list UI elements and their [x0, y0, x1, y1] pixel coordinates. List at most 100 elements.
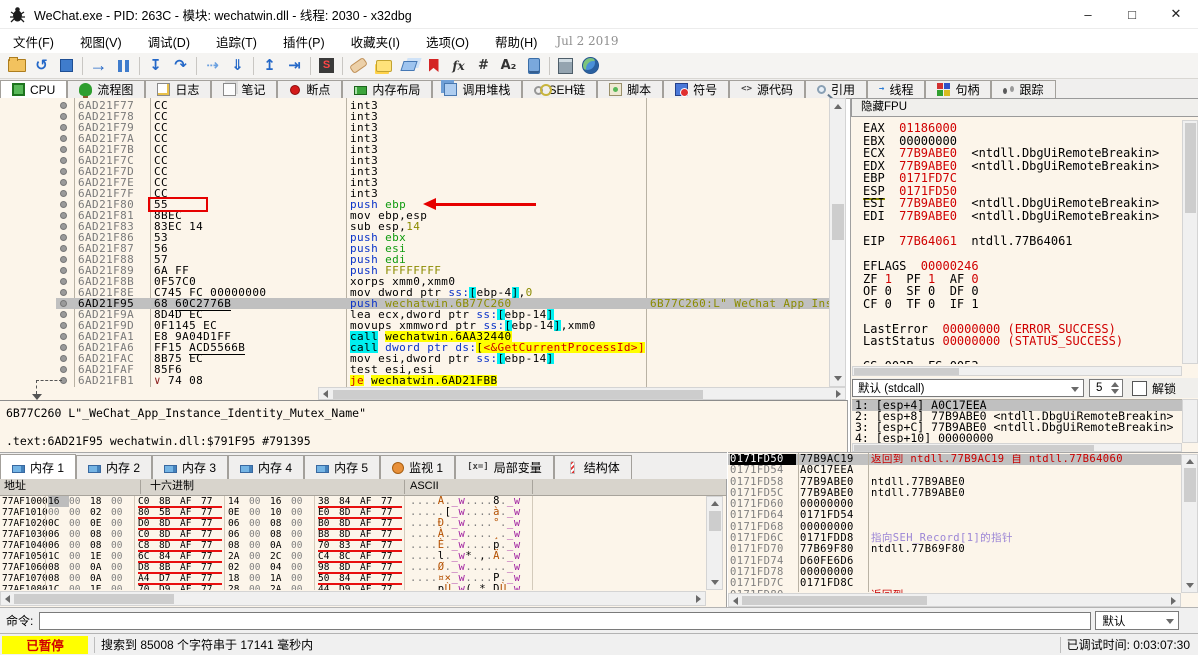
- memory-row[interactable]: 77AF1050 1C 00 1E 00 6C 84 AF 77 2A 00 2C 00 C4 8C AF 77…: [0, 551, 706, 563]
- comment-icon[interactable]: [371, 55, 396, 77]
- memory-row[interactable]: 77AF1070 08 00 0A 00 A4 D7 AF 77 18 00 1A 00 50 84 AF 77…: [0, 573, 706, 585]
- disassembly-pane[interactable]: 6AD21F77 CC int3 6AD21F78 CC int3 6AD21F79 CC in…: [0, 98, 846, 400]
- stack-row[interactable]: 0171FD64 0171FD54: [728, 510, 1181, 522]
- patch-icon[interactable]: [346, 55, 371, 77]
- breakpoint-dot[interactable]: [60, 190, 67, 197]
- registers-hscroll-thumb[interactable]: [854, 368, 959, 375]
- stack-pane[interactable]: 0171FD50 77B9AC19 返回到 ntdll.77B9AC19 自 ntd…: [728, 452, 1198, 607]
- breakpoint-dot[interactable]: [60, 223, 67, 230]
- stack-row[interactable]: 0171FD78 00000000: [728, 566, 1181, 578]
- registers-vscroll-thumb[interactable]: [1185, 123, 1196, 213]
- stack-row[interactable]: 0171FD70 77B69F80 ntdll.77B69F80: [728, 544, 1181, 556]
- step-out-icon[interactable]: ↥: [257, 55, 282, 77]
- command-input[interactable]: [39, 611, 1092, 630]
- dump-tab-内存 1[interactable]: 内存 1: [0, 454, 77, 480]
- execute-till-return-icon[interactable]: ⇓: [225, 55, 250, 77]
- breakpoint-dot[interactable]: [60, 322, 67, 329]
- stack-row[interactable]: 0171FD60 00000000: [728, 498, 1181, 510]
- scroll-left-arrow[interactable]: [733, 597, 738, 605]
- tab-句柄[interactable]: 句柄: [925, 80, 992, 98]
- run-to-user-module-icon[interactable]: ⇥: [282, 55, 307, 77]
- argument-depth-stepper[interactable]: 5: [1089, 379, 1123, 397]
- maximize-button[interactable]: □: [1110, 0, 1154, 28]
- dump-tab-局部变量[interactable]: [x=] 局部变量: [455, 455, 554, 479]
- memory-row[interactable]: 77AF1040 06 00 08 00 C8 8D AF 77 08 00 0A 00 70 83 AF 77…: [0, 540, 706, 552]
- disasm-hscroll-thumb[interactable]: [333, 390, 703, 399]
- menu-item[interactable]: 帮助(H): [482, 32, 550, 51]
- stack-vscroll-thumb[interactable]: [1184, 468, 1196, 502]
- memory-hscroll-thumb[interactable]: [14, 594, 174, 604]
- memory-row[interactable]: 77AF1030 06 00 08 00 C0 8D AF 77 06 00 08 00 B8 8D AF 77…: [0, 529, 706, 541]
- label-icon[interactable]: [396, 55, 421, 77]
- memory-row[interactable]: 77AF1020 0C 00 0E 00 D0 8D AF 77 06 00 08 00 B0 8D AF 77…: [0, 518, 706, 530]
- registers-vscrollbar[interactable]: [1182, 120, 1198, 364]
- breakpoint-dot[interactable]: [60, 245, 67, 252]
- stack-hscroll-thumb[interactable]: [742, 596, 927, 605]
- stack-row[interactable]: 0171FD50 77B9AC19 返回到 ntdll.77B9AC19 自 ntd…: [728, 454, 1181, 466]
- tab-脚本[interactable]: 脚本: [597, 80, 664, 98]
- breakpoint-dot[interactable]: [60, 267, 67, 274]
- memory-row[interactable]: 77AF1010 00 00 02 00 80 5B AF 77 0E 00 10 00 E0 8D AF 77…: [0, 507, 706, 519]
- breakpoint-dot[interactable]: [60, 366, 67, 373]
- memory-row[interactable]: 77AF1000 16 00 18 00 C0 8B AF 77 14 00 16 00 38 84 AF 77…: [0, 496, 706, 508]
- hide-fpu-button[interactable]: 隐藏FPU: [851, 98, 1198, 117]
- pause-icon[interactable]: [111, 55, 136, 77]
- run-icon[interactable]: →: [86, 55, 111, 77]
- disasm-vscroll-thumb[interactable]: [832, 204, 844, 240]
- attach-icon[interactable]: [521, 55, 546, 77]
- disasm-row[interactable]: 6AD21FB1 ∨ 74 08 je wechatwin.6AD21FBB: [0, 375, 829, 386]
- memory-hscrollbar[interactable]: [0, 591, 706, 606]
- menu-item[interactable]: 选项(O): [413, 32, 482, 51]
- breakpoint-dot[interactable]: [60, 135, 67, 142]
- command-type-select[interactable]: 默认: [1095, 611, 1180, 630]
- scroll-down-arrow[interactable]: [711, 580, 719, 585]
- assemble-icon[interactable]: A₂: [496, 55, 521, 77]
- breakpoint-dot[interactable]: [60, 355, 67, 362]
- hash-icon[interactable]: #: [471, 55, 496, 77]
- tab-线程[interactable]: → 线程: [867, 80, 926, 98]
- tab-流程图[interactable]: 流程图: [67, 80, 146, 98]
- tab-跟踪[interactable]: 跟踪: [991, 80, 1056, 98]
- memory-row[interactable]: 77AF1060 08 00 0A 00 D8 8B AF 77 02 00 04 00 98 8D AF 77…: [0, 562, 706, 574]
- tab-CPU[interactable]: CPU: [0, 80, 68, 99]
- tab-SEH链[interactable]: SEH链: [522, 80, 598, 98]
- arguments-hscrollbar[interactable]: [852, 443, 1182, 452]
- stack-row[interactable]: 0171FD74 D60FE6D6: [728, 555, 1181, 567]
- stack-hscrollbar[interactable]: [728, 593, 1181, 607]
- registers-pane[interactable]: 隐藏FPU EAX 01186000 EBX 00000000 ECX 77B9AB…: [850, 98, 1198, 452]
- settings-icon[interactable]: S: [314, 55, 339, 77]
- breakpoint-dot[interactable]: [60, 157, 67, 164]
- scroll-right-arrow[interactable]: [836, 390, 841, 398]
- breakpoint-dot[interactable]: [60, 256, 67, 263]
- tab-符号[interactable]: 符号: [663, 80, 730, 98]
- dump-tab-内存 5[interactable]: 内存 5: [304, 455, 381, 479]
- stack-arguments-list[interactable]: 1: [esp+4] A0C17EEA 2: [esp+8] 77B9ABE0 <…: [852, 399, 1182, 444]
- tab-调用堆栈[interactable]: 调用堆栈: [432, 80, 523, 98]
- stack-row[interactable]: 0171FD7C 0171FD8C: [728, 577, 1181, 589]
- scroll-up-arrow[interactable]: [711, 501, 719, 506]
- help-icon[interactable]: [578, 55, 603, 77]
- menu-item[interactable]: 调试(D): [135, 32, 203, 51]
- menu-item[interactable]: 插件(P): [270, 32, 338, 51]
- memory-vscrollbar[interactable]: [706, 496, 723, 590]
- disasm-vscrollbar[interactable]: [829, 98, 846, 387]
- breakpoint-dot[interactable]: [60, 113, 67, 120]
- breakpoint-dot[interactable]: [60, 212, 67, 219]
- breakpoint-dot[interactable]: [60, 168, 67, 175]
- breakpoint-dot[interactable]: [60, 333, 67, 340]
- tab-断点[interactable]: 断点: [277, 80, 343, 98]
- tab-引用[interactable]: 引用: [805, 80, 868, 98]
- disasm-hscrollbar[interactable]: [318, 387, 846, 400]
- scroll-down-arrow[interactable]: [1186, 583, 1194, 588]
- breakpoint-dot[interactable]: [60, 146, 67, 153]
- tab-日志[interactable]: 日志: [145, 80, 212, 98]
- breakpoint-dot[interactable]: [60, 289, 67, 296]
- calling-convention-select[interactable]: 默认 (stdcall): [852, 379, 1084, 397]
- arguments-vscrollbar[interactable]: [1182, 399, 1198, 443]
- breakpoint-dot[interactable]: [60, 311, 67, 318]
- scroll-right-arrow[interactable]: [696, 595, 701, 603]
- memory-dump-pane[interactable]: 地址 十六进制 ASCII 77AF1000 16 00 18 00 C0 8B AF 77 14…: [0, 479, 727, 607]
- tab-内存布局[interactable]: 内存布局: [342, 80, 433, 98]
- breakpoint-dot[interactable]: [60, 201, 67, 208]
- memory-vscroll-thumb[interactable]: [709, 511, 721, 531]
